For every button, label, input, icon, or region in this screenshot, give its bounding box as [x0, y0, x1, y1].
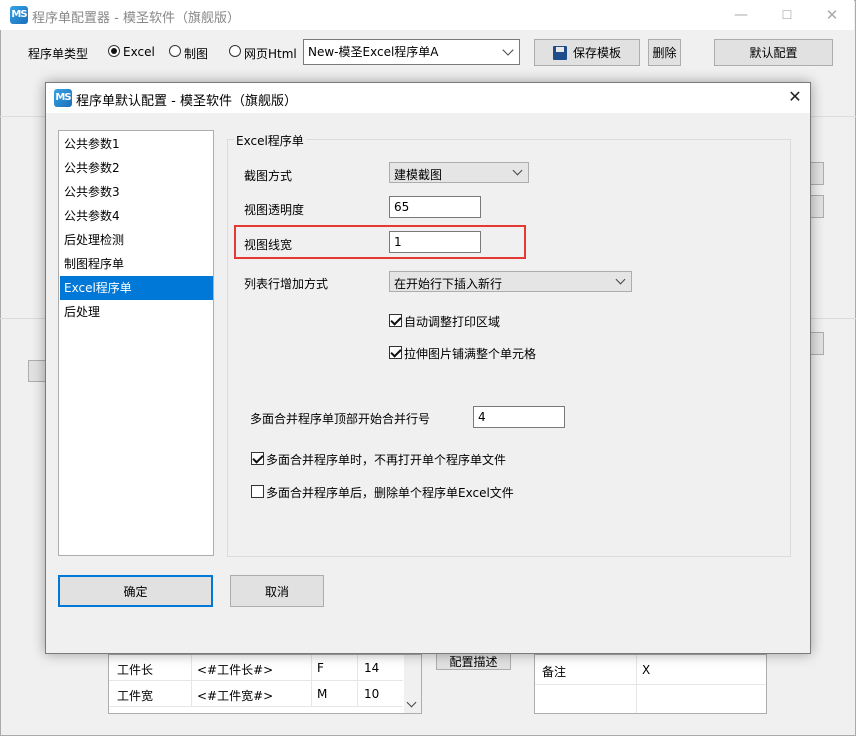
table-row[interactable]: 备注 X [535, 655, 766, 713]
bg-side-button[interactable] [810, 195, 824, 218]
maximize-icon[interactable]: ☐ [780, 8, 794, 22]
no-reopen-checkbox[interactable] [251, 452, 264, 465]
stretch-image-checkbox[interactable] [389, 346, 402, 359]
radio-html[interactable] [229, 45, 241, 57]
view-transparency-input[interactable]: 65 [389, 196, 481, 218]
view-transparency-label: 视图透明度 [244, 203, 305, 217]
stretch-image-label[interactable]: 拉伸图片铺满整个单元格 [404, 345, 536, 362]
merge-start-row-value: 4 [478, 410, 486, 424]
nav-item-common-params-2[interactable]: 公共参数2 [60, 156, 213, 180]
dialog-close-icon[interactable]: ✕ [788, 89, 802, 105]
table-scrollbar[interactable] [404, 655, 421, 713]
list-row-add-value: 在开始行下插入新行 [394, 277, 503, 291]
screenshot-method-value: 建模截图 [394, 168, 443, 182]
variable-name-cell: 工件长 [117, 663, 154, 677]
screenshot-method-select[interactable]: 建模截图 [389, 162, 529, 183]
nav-item-common-params-4[interactable]: 公共参数4 [60, 204, 213, 228]
radio-excel[interactable] [108, 45, 120, 57]
merge-start-row-label: 多面合并程序单顶部开始合并行号 [250, 412, 431, 426]
property-table[interactable]: 备注 X [534, 654, 767, 714]
dialog-titlebar: MS 程序单默认配置 - 模圣软件（旗舰版） ✕ [46, 83, 810, 113]
minimize-icon[interactable]: — [734, 8, 748, 22]
screenshot-method-label: 截图方式 [244, 169, 293, 183]
table-row[interactable]: 工件长 <#工件长#> F 14 [109, 655, 403, 681]
nav-item-common-params-1[interactable]: 公共参数1 [60, 132, 213, 156]
variable-width-cell: 10 [364, 687, 380, 701]
template-type-label: 程序单类型 [28, 47, 89, 61]
nav-item-postprocess[interactable]: 后处理 [60, 300, 213, 324]
radio-excel-label[interactable]: Excel [123, 45, 155, 59]
nav-item-postprocess-check[interactable]: 后处理检测 [60, 228, 213, 252]
chevron-down-icon [512, 165, 523, 176]
close-icon[interactable]: ✕ [825, 8, 839, 23]
auto-print-area-label[interactable]: 自动调整打印区域 [404, 313, 500, 330]
save-disk-icon [552, 45, 567, 60]
view-linewidth-value: 1 [394, 235, 402, 249]
dialog-title: 程序单默认配置 - 模圣软件（旗舰版） [76, 94, 297, 109]
default-config-button[interactable]: 默认配置 [714, 39, 833, 66]
radio-html-label[interactable]: 网页Html [244, 45, 297, 62]
radio-drawing-label[interactable]: 制图 [184, 45, 208, 62]
config-describe-button[interactable]: 配置描述 [436, 652, 511, 670]
nav-item-excel-sheet[interactable]: Excel程序单 [60, 276, 213, 300]
auto-print-area-checkbox[interactable] [389, 314, 402, 327]
table-row[interactable]: 工件宽 <#工件宽#> M 10 [109, 681, 403, 707]
radio-indicator-icon [169, 45, 181, 57]
delete-single-checkbox[interactable] [251, 485, 264, 498]
group-title: Excel程序单 [234, 132, 306, 149]
main-titlebar: MS 程序单配置器 - 模圣软件（旗舰版） — ☐ ✕ [0, 0, 854, 30]
list-row-add-label: 列表行增加方式 [244, 277, 329, 291]
radio-indicator-icon [229, 45, 241, 57]
cancel-button-label: 取消 [264, 584, 289, 599]
delete-template-label: 删除 [652, 46, 677, 60]
main-window-title: 程序单配置器 - 模圣软件（旗舰版） [32, 11, 240, 26]
variable-table[interactable]: 工件长 <#工件长#> F 14 工件宽 <#工件宽#> M 10 [108, 654, 422, 714]
app-logo-icon: MS [10, 6, 28, 24]
property-name-cell: 备注 [542, 665, 567, 679]
no-reopen-label[interactable]: 多面合并程序单时，不再打开单个程序单文件 [266, 451, 506, 468]
list-row-add-select[interactable]: 在开始行下插入新行 [389, 271, 632, 292]
variable-token-cell: <#工件长#> [197, 663, 274, 677]
bg-side-button[interactable] [810, 332, 824, 355]
delete-single-label[interactable]: 多面合并程序单后，删除单个程序单Excel文件 [266, 484, 514, 501]
dialog-logo-icon: MS [54, 89, 72, 107]
view-transparency-value: 65 [394, 200, 410, 214]
default-config-label: 默认配置 [749, 46, 798, 60]
radio-drawing[interactable] [169, 45, 181, 57]
variable-type-cell: M [317, 687, 328, 701]
save-template-button[interactable]: 保存模板 [534, 39, 640, 66]
variable-token-cell: <#工件宽#> [197, 689, 274, 703]
config-nav-list[interactable]: 公共参数1 公共参数2 公共参数3 公共参数4 后处理检测 制图程序单 Exce… [58, 130, 214, 556]
config-describe-label: 配置描述 [449, 654, 498, 669]
nav-item-common-params-3[interactable]: 公共参数3 [60, 180, 213, 204]
variable-width-cell: 14 [364, 661, 380, 675]
save-template-label: 保存模板 [572, 46, 621, 60]
delete-template-button[interactable]: 删除 [648, 39, 681, 66]
variable-type-cell: F [317, 661, 324, 675]
template-select[interactable]: New-模圣Excel程序单A [303, 39, 520, 65]
chevron-down-icon [615, 274, 626, 285]
chevron-down-icon[interactable] [406, 697, 417, 708]
property-value-cell: X [642, 663, 651, 677]
default-config-dialog: MS 程序单默认配置 - 模圣软件（旗舰版） ✕ 公共参数1 公共参数2 公共参… [45, 82, 811, 654]
view-linewidth-label: 视图线宽 [244, 238, 293, 252]
merge-start-row-input[interactable]: 4 [473, 406, 565, 428]
chevron-down-icon [502, 44, 514, 56]
template-select-value: New-模圣Excel程序单A [308, 45, 439, 59]
bg-left-button[interactable] [28, 360, 46, 382]
ok-button[interactable]: 确定 [58, 575, 213, 607]
bg-side-button[interactable] [810, 162, 824, 185]
cancel-button[interactable]: 取消 [230, 575, 324, 607]
nav-item-drawing-sheet[interactable]: 制图程序单 [60, 252, 213, 276]
ok-button-label: 确定 [123, 584, 148, 599]
radio-indicator-icon [108, 45, 120, 57]
variable-name-cell: 工件宽 [117, 689, 154, 703]
view-linewidth-input[interactable]: 1 [389, 231, 481, 253]
